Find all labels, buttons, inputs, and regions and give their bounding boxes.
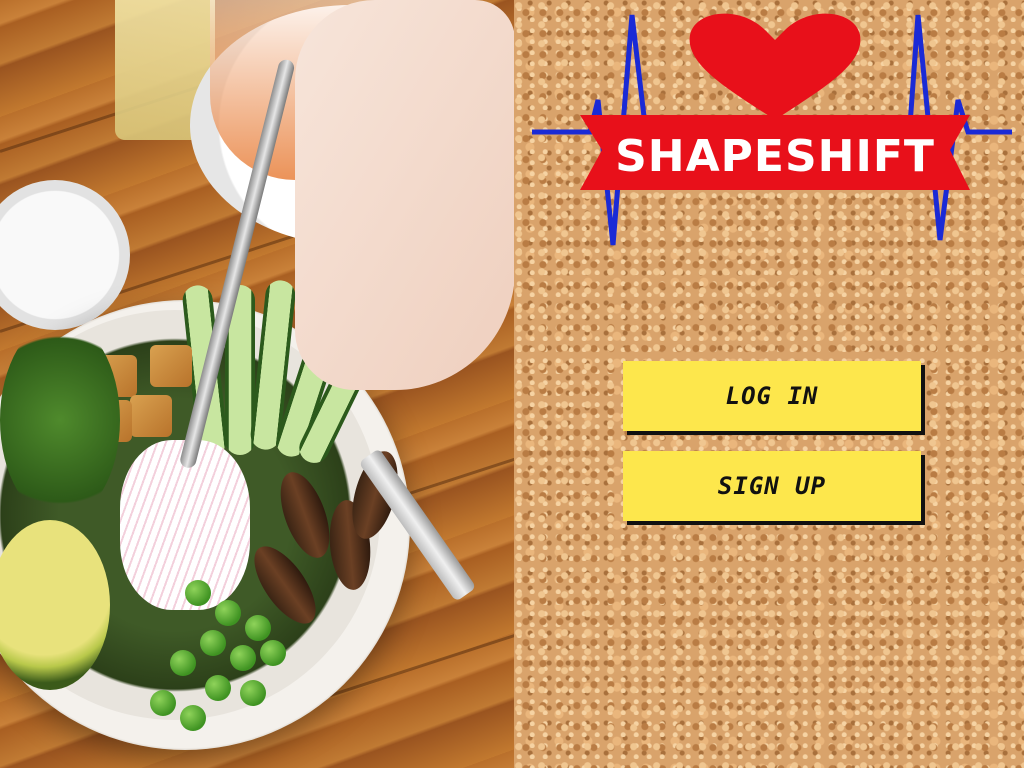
hand — [295, 0, 514, 390]
login-button[interactable]: LOG IN — [623, 361, 921, 431]
signup-button-label: SIGN UP — [717, 472, 827, 500]
shapeshift-logo: SHAPESHIFT — [532, 13, 1012, 246]
heart-icon — [689, 13, 861, 121]
login-button-label: LOG IN — [725, 382, 819, 410]
hero-food-photo — [0, 0, 514, 768]
signup-button[interactable]: SIGN UP — [623, 451, 921, 521]
brand-name: SHAPESHIFT — [615, 131, 935, 182]
side-plate-left — [0, 180, 130, 330]
